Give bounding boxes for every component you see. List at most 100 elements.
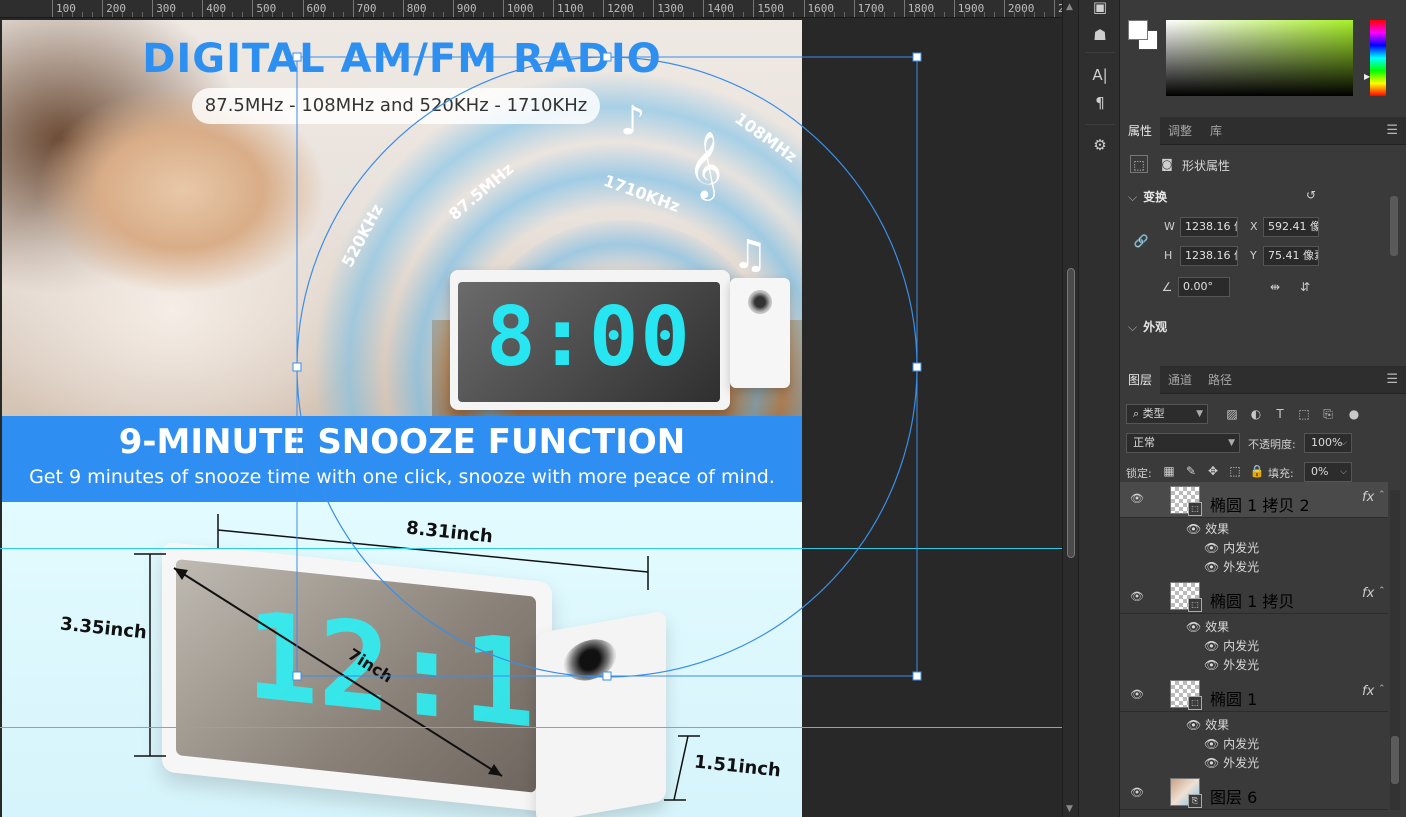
- document-canvas[interactable]: DIGITAL AM/FM RADIO 87.5MHz - 108MHz and…: [2, 20, 802, 817]
- layers-scrollbar[interactable]: [1390, 490, 1400, 810]
- visibility-eye-icon[interactable]: 👁: [1130, 590, 1144, 603]
- flip-horizontal-icon[interactable]: ⇹: [1266, 278, 1284, 296]
- effect-inner-glow[interactable]: 👁 内发光: [1204, 539, 1259, 556]
- reset-transform-icon[interactable]: ↺: [1302, 186, 1320, 204]
- filter-toggle-icon[interactable]: ●: [1346, 406, 1362, 422]
- eye-icon[interactable]: 👁: [1204, 737, 1223, 751]
- visibility-eye-icon[interactable]: 👁: [1130, 786, 1144, 799]
- transform-section-toggle[interactable]: ⌵ 变换: [1128, 188, 1167, 205]
- canvas-vertical-scrollbar[interactable]: ▲ ▼: [1062, 0, 1078, 817]
- fx-icon[interactable]: fx: [1362, 586, 1374, 601]
- layer-row-ellipse[interactable]: 👁 ⬚ 椭圆 1 fx ⌃: [1120, 676, 1388, 712]
- lock-position-icon[interactable]: ✥: [1204, 462, 1222, 480]
- guide-line-horizontal-2[interactable]: [0, 727, 1062, 728]
- layer-filter-dropdown[interactable]: ⌕ 类型 ▼: [1126, 404, 1208, 424]
- effects-row[interactable]: 👁 效果: [1186, 618, 1229, 635]
- x-field[interactable]: 592.41 像: [1263, 217, 1319, 237]
- scroll-down-icon[interactable]: ▼: [1066, 804, 1073, 814]
- ruler-minor-tick: [583, 12, 585, 17]
- layer-row-ellipse-copy-2[interactable]: 👁 ⬚ 椭圆 1 拷贝 2 fx ⌃: [1120, 482, 1388, 518]
- effect-inner-glow[interactable]: 👁 内发光: [1204, 637, 1259, 654]
- effect-outer-glow[interactable]: 👁 外发光: [1204, 656, 1259, 673]
- layer-name[interactable]: 椭圆 1 拷贝 2: [1210, 492, 1310, 516]
- lock-transparent-icon[interactable]: ▦: [1160, 462, 1178, 480]
- lock-artboard-icon[interactable]: ⬚: [1226, 462, 1244, 480]
- chevron-up-icon[interactable]: ⌃: [1378, 684, 1386, 694]
- eye-icon[interactable]: 👁: [1204, 560, 1223, 574]
- tab-adjustments[interactable]: 调整: [1160, 117, 1200, 145]
- mask-properties-icon[interactable]: ◙: [1158, 155, 1176, 173]
- layer-name[interactable]: 椭圆 1 拷贝: [1210, 588, 1294, 612]
- right-panels: ▶ 属性 调整 库 ☰ ⬚ ◙ 形状属性 ⌵ 变换 ↺ W 1238.16 像 X…: [1120, 0, 1406, 817]
- canvas-area[interactable]: DIGITAL AM/FM RADIO 87.5MHz - 108MHz and…: [0, 18, 1062, 817]
- angle-field[interactable]: 0.00°: [1178, 277, 1230, 297]
- character-icon[interactable]: A|: [1089, 64, 1111, 86]
- opacity-field[interactable]: 100% ⌵: [1304, 433, 1352, 453]
- horizontal-ruler[interactable]: 100 200 300 400 500 600 700 800 900 1000 1100 1200 1…: [0, 0, 1062, 18]
- paragraph-icon[interactable]: ¶: [1089, 92, 1111, 114]
- mirror-screen: 12:18: [176, 558, 536, 793]
- color-field[interactable]: [1166, 20, 1353, 96]
- ruler-minor-tick: [62, 12, 64, 17]
- chevron-up-icon[interactable]: ⌃: [1378, 586, 1386, 596]
- scroll-up-icon[interactable]: ▲: [1066, 2, 1073, 12]
- effect-outer-glow[interactable]: 👁 外发光: [1204, 754, 1259, 771]
- brush-preset-icon[interactable]: ☗: [1089, 24, 1111, 46]
- tab-paths[interactable]: 路径: [1200, 366, 1240, 394]
- flip-vertical-icon[interactable]: ⇵: [1296, 278, 1314, 296]
- type-filter-icon[interactable]: T: [1272, 406, 1288, 422]
- blend-mode-dropdown[interactable]: 正常 ▼: [1126, 433, 1240, 453]
- tab-channels[interactable]: 通道: [1160, 366, 1200, 394]
- eye-icon[interactable]: 👁: [1186, 522, 1205, 536]
- panel-menu-icon[interactable]: ☰: [1386, 123, 1398, 138]
- layers-scrollbar-thumb[interactable]: [1391, 736, 1399, 784]
- guide-line-horizontal-1[interactable]: [0, 548, 1062, 549]
- fx-icon[interactable]: fx: [1362, 684, 1374, 699]
- shape-properties-icon[interactable]: ⬚: [1130, 155, 1148, 173]
- eye-icon[interactable]: 👁: [1204, 756, 1223, 770]
- effects-row[interactable]: 👁 效果: [1186, 716, 1229, 733]
- link-icon[interactable]: 🔗: [1132, 232, 1150, 250]
- image-filter-icon[interactable]: ▨: [1224, 406, 1240, 422]
- layers-menu-icon[interactable]: ☰: [1386, 372, 1398, 387]
- eye-icon[interactable]: 👁: [1204, 639, 1223, 653]
- chevron-up-icon[interactable]: ⌃: [1378, 490, 1386, 500]
- lock-all-icon[interactable]: 🔒: [1248, 462, 1266, 480]
- ruler-minor-tick: [593, 12, 595, 17]
- eye-icon[interactable]: 👁: [1204, 541, 1223, 555]
- eye-icon[interactable]: 👁: [1186, 718, 1205, 732]
- shape-filter-icon[interactable]: ⬚: [1296, 406, 1312, 422]
- eye-icon[interactable]: 👁: [1186, 620, 1205, 634]
- visibility-eye-icon[interactable]: 👁: [1130, 688, 1144, 701]
- smart-object-filter-icon[interactable]: ⎘: [1320, 406, 1336, 422]
- tab-layers[interactable]: 图层: [1120, 366, 1161, 394]
- lock-pixels-icon[interactable]: ✎: [1182, 462, 1200, 480]
- width-field[interactable]: 1238.16 像: [1180, 217, 1238, 237]
- appearance-section-toggle[interactable]: ⌵ 外观: [1128, 318, 1167, 335]
- visibility-eye-icon[interactable]: 👁: [1130, 492, 1144, 505]
- eye-icon[interactable]: 👁: [1204, 658, 1223, 672]
- history-icon[interactable]: ▣: [1089, 0, 1111, 18]
- adjustment-filter-icon[interactable]: ◐: [1248, 406, 1264, 422]
- chevron-down-icon: ⌵: [1128, 190, 1138, 204]
- tab-properties[interactable]: 属性: [1120, 117, 1161, 145]
- foreground-color-swatch[interactable]: [1128, 20, 1148, 40]
- layer-name[interactable]: 图层 6: [1210, 784, 1257, 808]
- properties-icon[interactable]: ⚙: [1089, 134, 1111, 156]
- ruler-minor-tick: [693, 12, 695, 17]
- layer-row-ellipse-copy[interactable]: 👁 ⬚ 椭圆 1 拷贝 fx ⌃: [1120, 578, 1388, 614]
- hue-slider[interactable]: [1370, 20, 1386, 96]
- y-field[interactable]: 75.41 像素: [1263, 246, 1319, 266]
- tab-libraries[interactable]: 库: [1202, 117, 1230, 145]
- effects-row[interactable]: 👁 效果: [1186, 520, 1229, 537]
- fill-field[interactable]: 0% ⌵: [1304, 462, 1352, 482]
- effect-outer-glow[interactable]: 👁 外发光: [1204, 558, 1259, 575]
- effect-inner-glow[interactable]: 👁 内发光: [1204, 735, 1259, 752]
- layer-row-image[interactable]: 👁 ⎘ 图层 6: [1120, 774, 1388, 810]
- opacity-label: 不透明度:: [1248, 438, 1296, 451]
- layer-name[interactable]: 椭圆 1: [1210, 686, 1257, 710]
- fx-icon[interactable]: fx: [1362, 490, 1374, 505]
- properties-scrollbar[interactable]: [1390, 196, 1398, 256]
- scrollbar-thumb[interactable]: [1067, 268, 1075, 558]
- height-field[interactable]: 1238.16 像: [1180, 246, 1238, 266]
